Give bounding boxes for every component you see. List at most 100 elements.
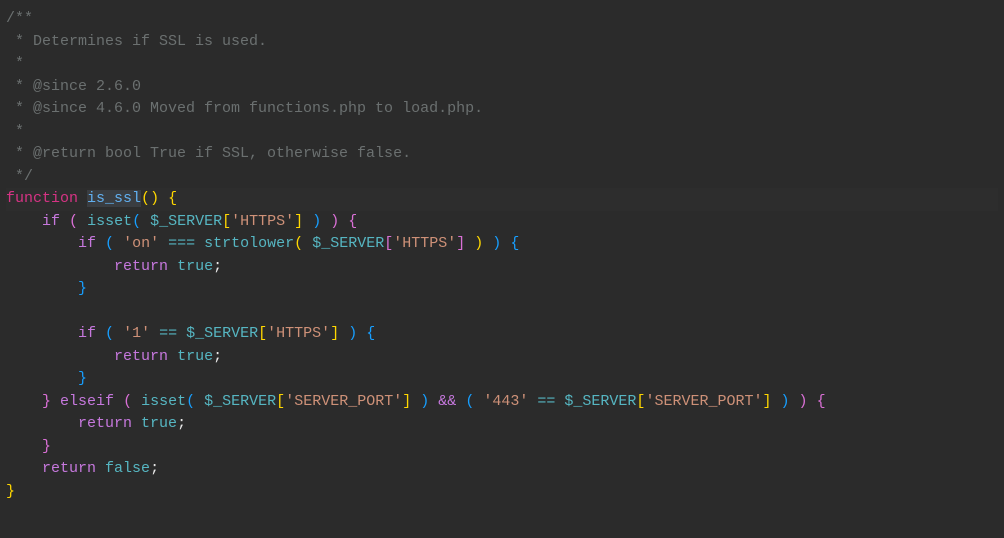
brace-open: {: [510, 235, 519, 252]
bracket-close: ]: [456, 235, 465, 252]
variable-server: $_SERVER: [204, 393, 276, 410]
string-server-port: 'SERVER_PORT': [285, 393, 402, 410]
function-isset: isset: [141, 393, 186, 410]
operator-eq: ==: [537, 393, 555, 410]
docblock-desc: * Determines if SSL is used.: [6, 33, 267, 50]
bracket-close: ]: [330, 325, 339, 342]
code-line-if: if ( isset( $_SERVER['HTTPS'] ) ) {: [6, 211, 998, 234]
brace-close: }: [6, 483, 15, 500]
code-line-comment: * @since 4.6.0 Moved from functions.php …: [6, 98, 998, 121]
paren-close: ): [492, 235, 501, 252]
paren-open: (: [186, 393, 195, 410]
string-one: '1': [123, 325, 150, 342]
keyword-return: return: [114, 348, 168, 365]
keyword-if: if: [78, 235, 96, 252]
semicolon: ;: [213, 348, 222, 365]
variable-server: $_SERVER: [564, 393, 636, 410]
code-line-return: return true;: [6, 413, 998, 436]
docblock-empty: *: [6, 55, 24, 72]
variable-server: $_SERVER: [186, 325, 258, 342]
variable-server: $_SERVER: [150, 213, 222, 230]
paren-close: ): [330, 213, 339, 230]
string-https: 'HTTPS': [267, 325, 330, 342]
code-line-brace-end: }: [6, 481, 998, 504]
docblock-close: */: [6, 168, 33, 185]
brace-close: }: [42, 438, 51, 455]
paren-open: (: [294, 235, 303, 252]
bracket-open: [: [276, 393, 285, 410]
code-line-comment: * Determines if SSL is used.: [6, 31, 998, 54]
code-line-brace: }: [6, 278, 998, 301]
string-443: '443': [483, 393, 528, 410]
paren-close: ): [474, 235, 483, 252]
semicolon: ;: [150, 460, 159, 477]
paren-close: ): [348, 325, 357, 342]
keyword-if: if: [42, 213, 60, 230]
operator-eq: ==: [159, 325, 177, 342]
paren-open: (: [141, 190, 150, 207]
keyword-if: if: [78, 325, 96, 342]
paren-close: ): [781, 393, 790, 410]
brace-open: {: [168, 190, 177, 207]
bracket-open: [: [384, 235, 393, 252]
bracket-open: [: [222, 213, 231, 230]
code-line-comment: * @since 2.6.0: [6, 76, 998, 99]
code-line-brace: }: [6, 368, 998, 391]
keyword-false: false: [105, 460, 150, 477]
keyword-return: return: [114, 258, 168, 275]
function-strtolower: strtolower: [204, 235, 294, 252]
code-line-comment: */: [6, 166, 998, 189]
code-line-brace: }: [6, 436, 998, 459]
semicolon: ;: [213, 258, 222, 275]
function-isset: isset: [87, 213, 132, 230]
docblock-open: /**: [6, 10, 33, 27]
docblock-since: * @since 2.6.0: [6, 78, 141, 95]
string-https: 'HTTPS': [231, 213, 294, 230]
code-line-function-def: function is_ssl() {: [6, 188, 998, 211]
brace-open: {: [348, 213, 357, 230]
keyword-true: true: [177, 348, 213, 365]
code-line-comment: *: [6, 121, 998, 144]
string-server-port: 'SERVER_PORT': [645, 393, 762, 410]
code-line-return-false: return false;: [6, 458, 998, 481]
docblock-since2: * @since 4.6.0 Moved from functions.php …: [6, 100, 483, 117]
brace-open: {: [366, 325, 375, 342]
code-line-if-inner: if ( 'on' === strtolower( $_SERVER['HTTP…: [6, 233, 998, 256]
keyword-true: true: [177, 258, 213, 275]
paren-open: (: [105, 325, 114, 342]
string-on: 'on': [123, 235, 159, 252]
paren-open: (: [132, 213, 141, 230]
brace-close: }: [42, 393, 51, 410]
function-name: is_ssl: [87, 190, 141, 207]
paren-close: ): [799, 393, 808, 410]
bracket-close: ]: [294, 213, 303, 230]
paren-close: ): [150, 190, 159, 207]
docblock-return: * @return bool True if SSL, otherwise fa…: [6, 145, 411, 162]
paren-open: (: [69, 213, 78, 230]
paren-open: (: [465, 393, 474, 410]
code-line-blank: [6, 301, 998, 324]
bracket-open: [: [258, 325, 267, 342]
code-line-comment: /**: [6, 8, 998, 31]
code-editor-content[interactable]: /** * Determines if SSL is used. * * @si…: [6, 8, 998, 503]
brace-close: }: [78, 280, 87, 297]
code-line-return: return true;: [6, 256, 998, 279]
string-https: 'HTTPS': [393, 235, 456, 252]
brace-open: {: [817, 393, 826, 410]
keyword-return: return: [78, 415, 132, 432]
operator-strict-eq: ===: [168, 235, 195, 252]
brace-close: }: [78, 370, 87, 387]
paren-close: ): [420, 393, 429, 410]
semicolon: ;: [177, 415, 186, 432]
docblock-empty2: *: [6, 123, 24, 140]
bracket-close: ]: [402, 393, 411, 410]
code-line-comment: *: [6, 53, 998, 76]
keyword-elseif: elseif: [60, 393, 114, 410]
code-line-return: return true;: [6, 346, 998, 369]
keyword-return: return: [42, 460, 96, 477]
paren-open: (: [105, 235, 114, 252]
code-line-if-inner2: if ( '1' == $_SERVER['HTTPS'] ) {: [6, 323, 998, 346]
keyword-true: true: [141, 415, 177, 432]
keyword-function: function: [6, 190, 78, 207]
paren-close: ): [312, 213, 321, 230]
